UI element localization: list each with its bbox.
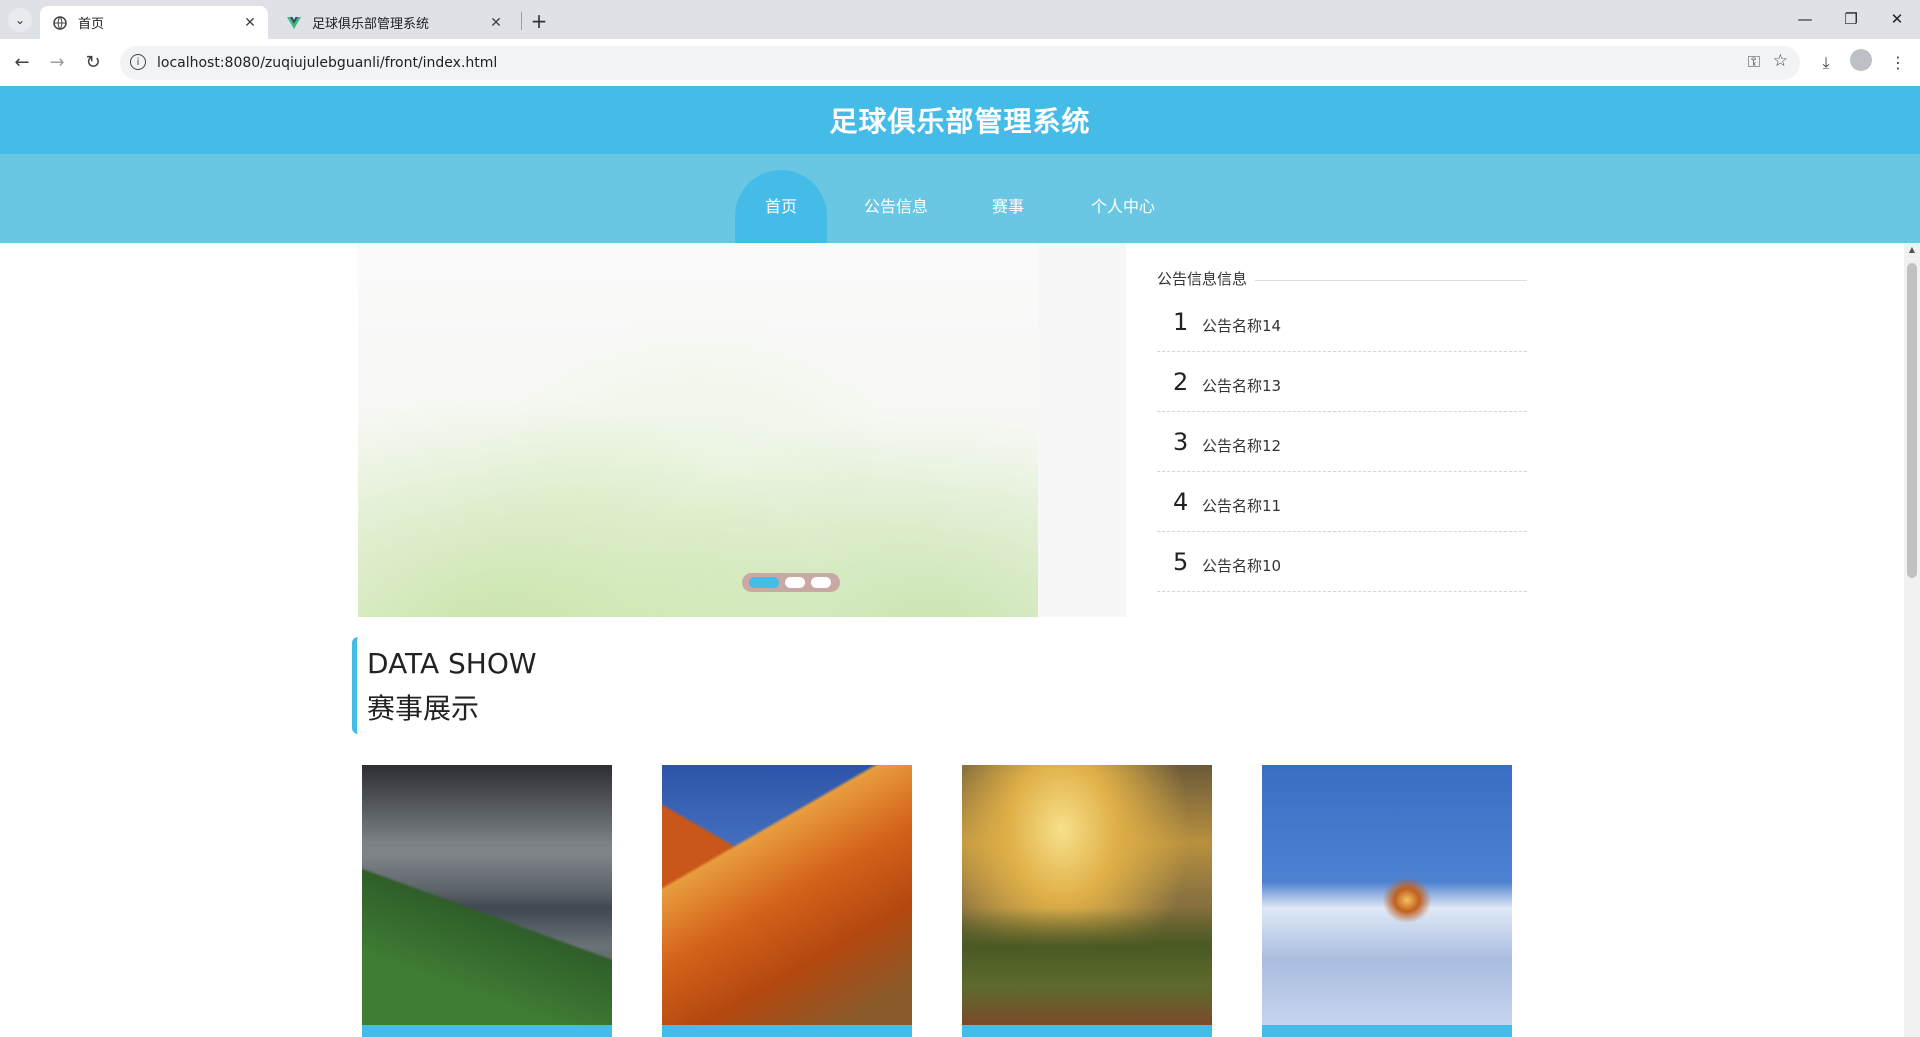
url-text[interactable]: localhost:8080/zuqiujulebguanli/front/in… — [157, 46, 497, 80]
page-scrollbar[interactable]: ▲ — [1904, 243, 1920, 1037]
mountain-valley-sunset-photo[interactable] — [962, 765, 1212, 1025]
password-key-icon[interactable]: ⚿ — [1748, 52, 1760, 72]
browser-tab-home[interactable]: 首页 ✕ — [40, 6, 268, 39]
section-title-cn: 赛事展示 — [367, 692, 480, 725]
scroll-up-icon[interactable]: ▲ — [1904, 245, 1920, 254]
card-footer-bar — [962, 1025, 1212, 1037]
notice-name[interactable]: 公告名称10 — [1202, 555, 1281, 576]
notice-heading: 公告信息信息 — [1157, 268, 1527, 292]
site-header: 足球俱乐部管理系统 — [0, 86, 1920, 154]
address-bar[interactable]: i localhost:8080/zuqiujulebguanli/front/… — [120, 46, 1800, 80]
back-icon[interactable]: ← — [8, 49, 36, 77]
scrollbar-thumb[interactable] — [1907, 263, 1917, 578]
reload-icon[interactable]: ↻ — [79, 49, 107, 77]
browser-toolbar: ← → ↻ i localhost:8080/zuqiujulebguanli/… — [0, 39, 1920, 87]
carousel-indicators — [742, 573, 840, 592]
browser-tab-title: 首页 — [78, 17, 105, 32]
close-window-icon[interactable]: ✕ — [1874, 0, 1920, 39]
lake-village-photo[interactable] — [362, 765, 612, 1025]
notice-number: 1 — [1173, 308, 1189, 336]
tab-separator — [521, 12, 522, 30]
notice-heading-text: 公告信息信息 — [1157, 270, 1248, 288]
nav-item-home[interactable]: 首页 — [735, 170, 827, 243]
browser-tab-title: 足球俱乐部管理系统 — [312, 17, 430, 32]
match-card[interactable] — [1262, 765, 1512, 1037]
carousel-side-panel — [1038, 243, 1126, 617]
match-card[interactable] — [962, 765, 1212, 1037]
globe-icon — [52, 15, 68, 31]
browser-tab-strip: ⌄ 首页 ✕ 足球俱乐部管理系统 ✕ + — ❐ ✕ — [0, 0, 1920, 39]
notice-list-item[interactable]: 4 公告名称11 — [1157, 472, 1527, 532]
site-info-icon[interactable]: i — [130, 54, 146, 70]
minimize-icon[interactable]: — — [1782, 0, 1828, 39]
close-tab-icon[interactable]: ✕ — [240, 15, 260, 31]
notice-name[interactable]: 公告名称14 — [1202, 315, 1281, 336]
notice-name[interactable]: 公告名称11 — [1202, 495, 1281, 516]
carousel-dot-1[interactable] — [749, 577, 779, 588]
profile-avatar-icon[interactable] — [1850, 49, 1872, 71]
card-footer-bar — [662, 1025, 912, 1037]
snow-cabin-photo[interactable] — [1262, 765, 1512, 1025]
close-tab-icon[interactable]: ✕ — [486, 15, 506, 31]
notice-list-item[interactable]: 5 公告名称10 — [1157, 532, 1527, 592]
divider — [1255, 280, 1527, 281]
nav-item-matches[interactable]: 赛事 — [966, 170, 1050, 243]
section-title-en: DATA SHOW — [367, 647, 537, 680]
carousel-slide-image[interactable] — [358, 243, 1038, 617]
notice-list-item[interactable]: 2 公告名称13 — [1157, 352, 1527, 412]
match-card[interactable] — [662, 765, 912, 1037]
match-card[interactable] — [362, 765, 612, 1037]
nav-item-notices[interactable]: 公告信息 — [850, 170, 942, 243]
section-title: DATA SHOW 赛事展示 — [352, 637, 557, 734]
nav-item-personal-center[interactable]: 个人中心 — [1075, 170, 1171, 243]
notice-number: 2 — [1173, 368, 1189, 396]
notice-number: 4 — [1173, 488, 1189, 516]
tab-search-button[interactable]: ⌄ — [8, 8, 32, 32]
carousel-dot-2[interactable] — [785, 577, 805, 588]
notice-list-item[interactable]: 3 公告名称12 — [1157, 412, 1527, 472]
vue-logo-icon — [286, 15, 302, 31]
notice-name[interactable]: 公告名称13 — [1202, 375, 1281, 396]
browser-tab-system[interactable]: 足球俱乐部管理系统 ✕ — [274, 6, 514, 39]
carousel-dot-3[interactable] — [811, 577, 831, 588]
card-footer-bar — [1262, 1025, 1512, 1037]
notice-number: 3 — [1173, 428, 1189, 456]
chevron-down-icon: ⌄ — [14, 13, 26, 27]
forward-icon[interactable]: → — [43, 49, 71, 77]
site-title: 足球俱乐部管理系统 — [829, 105, 1091, 138]
card-footer-bar — [362, 1025, 612, 1037]
new-tab-button[interactable]: + — [526, 8, 552, 34]
download-icon[interactable]: ⤓ — [1812, 49, 1840, 77]
main-nav: 首页 公告信息 赛事 个人中心 — [0, 154, 1920, 243]
notice-list-item[interactable]: 1 公告名称14 — [1157, 292, 1527, 352]
orange-mountain-photo[interactable] — [662, 765, 912, 1025]
more-menu-icon[interactable]: ⋮ — [1884, 49, 1912, 77]
restore-icon[interactable]: ❐ — [1828, 0, 1874, 39]
notice-name[interactable]: 公告名称12 — [1202, 435, 1281, 456]
bookmark-star-icon[interactable]: ☆ — [1773, 51, 1788, 71]
notice-number: 5 — [1173, 548, 1189, 576]
